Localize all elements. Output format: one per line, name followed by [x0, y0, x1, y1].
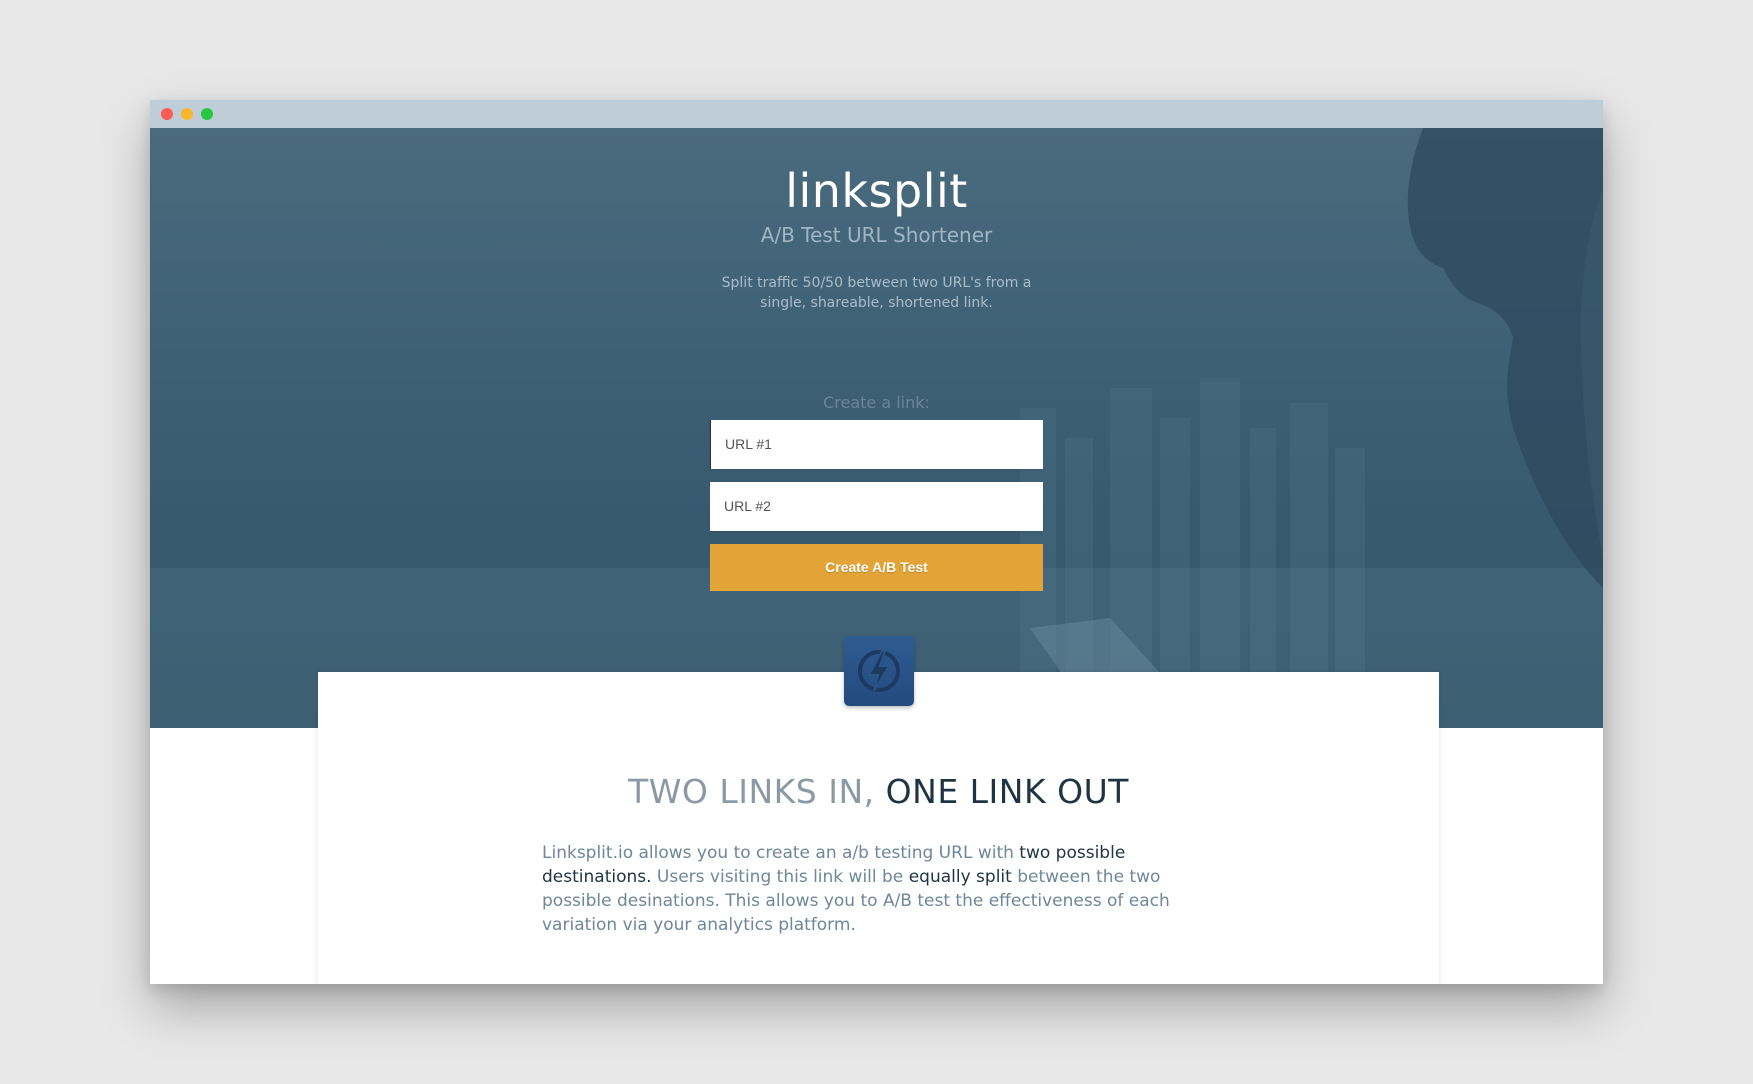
feature-card: TWO LINKS IN, ONE LINK OUT Linksplit.io …	[318, 636, 1439, 984]
url-2-input[interactable]	[710, 481, 1043, 531]
hero-description: Split traffic 50/50 between two URL's fr…	[721, 274, 1032, 311]
tagline: A/B Test URL Shortener	[760, 222, 993, 247]
close-window-button[interactable]	[161, 108, 173, 120]
feature-text-emphasis-2: equally split	[908, 867, 1012, 887]
create-link-label: Create a link:	[823, 392, 930, 412]
headline-light-part: TWO LINKS IN,	[628, 772, 875, 811]
brand-logo-text: linksplit	[785, 164, 968, 218]
feature-description: Linksplit.io allows you to create an a/b…	[542, 841, 1192, 937]
lightning-bolt-icon	[843, 636, 914, 706]
browser-window: linksplit A/B Test URL Shortener Split t…	[150, 100, 1603, 984]
feature-text-part-2: Users visiting this link will be	[651, 867, 909, 887]
window-titlebar	[150, 100, 1603, 128]
minimize-window-button[interactable]	[181, 108, 193, 120]
url-1-input[interactable]	[710, 419, 1043, 469]
create-link-form: Create A/B Test	[710, 419, 1043, 591]
lightning-bolt-glyph	[857, 650, 900, 692]
create-ab-test-button[interactable]: Create A/B Test	[710, 543, 1043, 591]
hero-content: linksplit A/B Test URL Shortener Split t…	[150, 128, 1603, 591]
headline-dark-part: ONE LINK OUT	[885, 772, 1129, 811]
maximize-window-button[interactable]	[201, 108, 213, 120]
feature-text-part-1: Linksplit.io allows you to create an a/b…	[542, 843, 1020, 863]
